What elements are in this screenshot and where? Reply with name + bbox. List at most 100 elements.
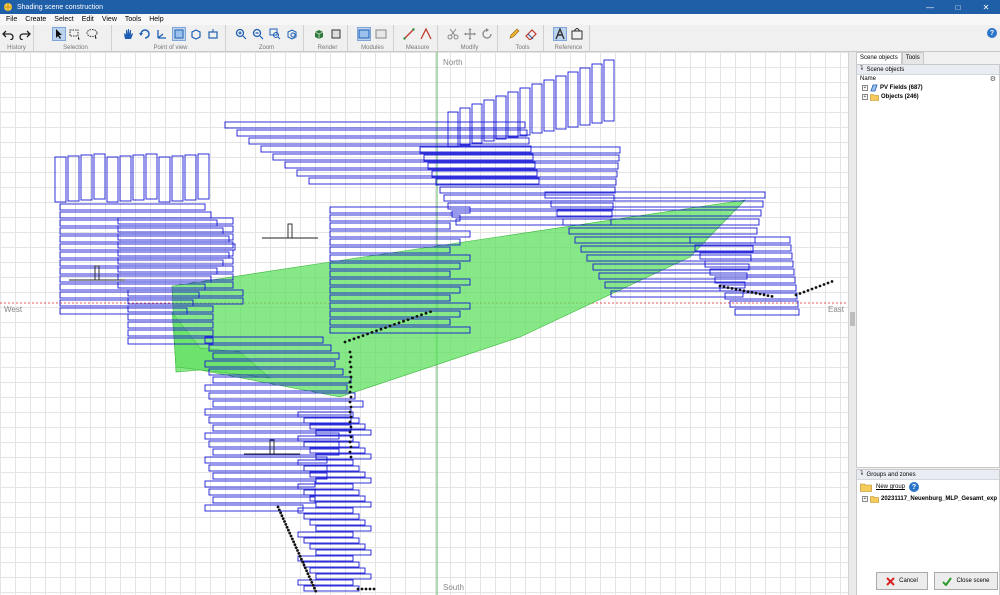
rotate-object-icon[interactable] [480,27,494,41]
zoom-out-icon[interactable] [251,27,265,41]
pv-table [204,504,304,512]
groups-zones-title: Groups and zones [866,471,916,478]
close-window-button[interactable]: ✕ [972,0,1000,14]
pv-table [315,549,372,556]
redo-icon[interactable] [18,27,32,41]
shade-point [284,523,288,526]
close-scene-button[interactable]: Close scene [934,572,998,590]
shade-point [298,554,302,558]
group-item[interactable]: + 20231117_Neuenburg_MLP_Gesamt_exp [857,494,999,503]
menu-view[interactable]: View [98,16,121,23]
shade-point [806,289,810,292]
menu-file[interactable]: File [2,16,21,23]
rect-select-icon[interactable] [69,27,83,41]
menu-edit[interactable]: Edit [78,16,98,23]
pv-table [699,252,793,260]
tab-scene-objects[interactable]: Scene objects [856,52,902,64]
measure-angle-icon[interactable] [419,27,433,41]
canvas-scrollbar[interactable] [848,52,856,595]
collapse-chevron-icon: ⮧ [860,471,864,477]
rotate-icon[interactable] [138,27,152,41]
shade-point [794,293,798,297]
shade-point [309,578,312,581]
reference-a-icon[interactable] [553,27,567,41]
move-icon[interactable] [463,27,477,41]
pv-table [447,202,614,210]
shade-point [822,283,826,286]
pv-table [543,79,555,132]
eraser-icon[interactable] [524,27,538,41]
pointer-icon[interactable] [51,27,66,41]
render-solid-icon[interactable] [312,27,326,41]
pv-table [297,459,354,466]
groups-zones-header[interactable]: ⮧ Groups and zones [857,470,999,480]
zoom-window-icon[interactable] [268,27,282,41]
shade-point [292,540,295,544]
new-group-button[interactable]: New group [876,484,905,490]
app-icon [4,3,12,11]
expand-icon[interactable]: + [862,84,868,91]
toolbar-label-measure: Measure [405,45,430,51]
expand-icon[interactable]: + [862,495,868,502]
tree-item-pv-fields[interactable]: + PV Fields (687) [857,83,999,92]
shade-point [348,450,352,454]
pan-hand-icon[interactable] [121,27,135,41]
axes-icon[interactable] [155,27,169,41]
menu-tools[interactable]: Tools [121,16,145,23]
render-wire-icon[interactable] [329,27,343,41]
pv-table [117,217,234,225]
scene-objects-header[interactable]: ⮧ Scene objects [857,65,999,75]
undo-icon[interactable] [1,27,15,41]
pencil-icon[interactable] [507,27,521,41]
menu-select[interactable]: Select [50,16,77,23]
reference-image-icon[interactable] [570,27,584,41]
cancel-button[interactable]: Cancel [876,572,928,590]
view-top-icon[interactable] [172,27,186,41]
view-iso-icon[interactable] [189,27,203,41]
modules-on-icon[interactable] [357,27,371,41]
scene-drawing[interactable] [0,52,848,595]
shade-point [415,315,419,318]
minimize-button[interactable]: — [916,0,944,14]
lasso-select-icon[interactable] [86,27,100,41]
shade-point [402,319,405,323]
scene-canvas[interactable]: North South West East [0,52,848,595]
shade-point [302,563,306,567]
scene-objects-title: Scene objects [866,66,905,73]
collapse-chevron-icon: ⮧ [860,66,864,72]
scissors-icon[interactable] [446,27,460,41]
shade-point [293,543,297,547]
modules-off-icon[interactable] [374,27,388,41]
menu-create[interactable]: Create [21,16,50,23]
pv-table [80,154,93,201]
menu-help[interactable]: Help [145,16,167,23]
zoom-in-icon[interactable] [234,27,248,41]
pv-table [297,579,354,586]
shade-point [306,572,310,576]
shade-point [722,285,726,289]
help-icon[interactable]: ? [987,28,997,38]
toolbar-group-reference: Reference [548,25,590,52]
view-side-icon[interactable] [206,27,220,41]
maximize-button[interactable]: □ [944,0,972,14]
shade-point [802,290,806,294]
settings-gear-icon[interactable]: ⚙ [990,75,996,83]
shade-point [738,288,742,292]
shade-point [818,284,822,288]
toolbar-group-tools: Tools [502,25,544,52]
pv-table [297,555,354,562]
info-icon[interactable]: ? [909,482,920,492]
shade-point [424,311,428,315]
shade-point [360,587,364,591]
pv-table [59,307,188,315]
pv-table [729,300,799,308]
shade-point [368,587,372,591]
zoom-fit-icon[interactable] [285,27,299,41]
measure-distance-icon[interactable] [402,27,416,41]
name-column-header[interactable]: Name ⚙ [857,75,999,83]
canvas-scrollbar-thumb[interactable] [850,312,855,326]
expand-icon[interactable]: + [862,93,868,100]
shade-point [746,290,750,293]
tab-tools[interactable]: Tools [901,52,924,64]
tree-item-objects[interactable]: + Objects (246) [857,92,999,101]
